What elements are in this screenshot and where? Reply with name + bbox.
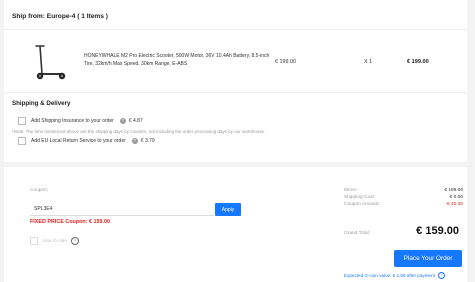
help-icon[interactable]: ? <box>71 237 79 245</box>
insurance-label: Add Shipping Insurance to your order <box>31 118 114 124</box>
insurance-checkbox[interactable] <box>18 117 26 125</box>
summary-shipping-row: Shipping Cost: € 0.00 <box>344 195 463 200</box>
return-service-price: € 3.79 <box>140 138 155 144</box>
divider <box>4 29 467 30</box>
fixed-price-coupon: FIXED PRICE Coupon: € 159.00 <box>30 219 110 225</box>
expected-gcoin-text: Expected G-coin value: € 1.59 after paym… <box>344 273 435 278</box>
coupon-amount-label: Coupon Amount: <box>344 202 380 207</box>
shipment-card: Ship from: Europe-4 ( 1 Items ) HONEYWHA… <box>4 0 467 162</box>
place-order-button[interactable]: Place Your Order <box>394 250 462 267</box>
shipment-heading: Ship from: Europe-4 ( 1 Items ) <box>12 13 108 20</box>
grand-total-value: € 159.00 <box>416 225 459 237</box>
return-service-checkbox[interactable] <box>18 137 26 145</box>
return-service-label: Add EU Local Return Service to your orde… <box>31 138 126 144</box>
product-total: € 199.00 <box>407 59 429 65</box>
product-name[interactable]: HONEYWHALE M2 Pro Electric Scooter, 500W… <box>84 52 274 68</box>
shipping-label: Shipping Cost: <box>344 195 376 200</box>
product-unit-price: € 199.00 <box>275 59 296 65</box>
summary-items-row: Items: € 199.00 <box>344 188 463 193</box>
shipping-value: € 0.00 <box>449 195 463 200</box>
divider <box>4 92 467 93</box>
info-icon[interactable]: ? <box>437 272 445 279</box>
apply-coupon-button[interactable]: Apply <box>215 203 241 216</box>
coupon-amount-value: -€ 40.00 <box>445 202 463 207</box>
scooter-icon[interactable] <box>29 40 71 82</box>
insurance-option[interactable]: Add Shipping Insurance to your order ? €… <box>18 117 143 125</box>
insurance-price: € 4.87 <box>128 118 143 124</box>
summary-coupon-row: Coupon Amount: -€ 40.00 <box>344 202 463 207</box>
checkout-card: Coupon: Apply FIXED PRICE Coupon: € 159.… <box>4 167 467 282</box>
shipping-note: *Note: The time mentioned above are the … <box>12 129 266 134</box>
use-gcoin-option[interactable]: Use G-coin ? <box>30 237 79 245</box>
expected-gcoin: Expected G-coin value: € 1.59 after paym… <box>344 272 445 279</box>
shipping-delivery-heading: Shipping & Delivery <box>12 100 71 107</box>
use-gcoin-label: Use G-coin <box>43 238 67 244</box>
items-label: Items: <box>344 188 358 193</box>
coupon-label: Coupon: <box>30 188 49 193</box>
help-icon[interactable]: ? <box>131 138 138 144</box>
items-value: € 199.00 <box>444 188 463 193</box>
use-gcoin-checkbox[interactable] <box>30 237 38 245</box>
grand-total-label: Grand Total: <box>344 231 371 236</box>
product-quantity: X 1 <box>364 59 373 65</box>
coupon-input[interactable] <box>30 203 214 216</box>
return-service-option[interactable]: Add EU Local Return Service to your orde… <box>18 137 155 145</box>
help-icon[interactable]: ? <box>119 118 126 124</box>
